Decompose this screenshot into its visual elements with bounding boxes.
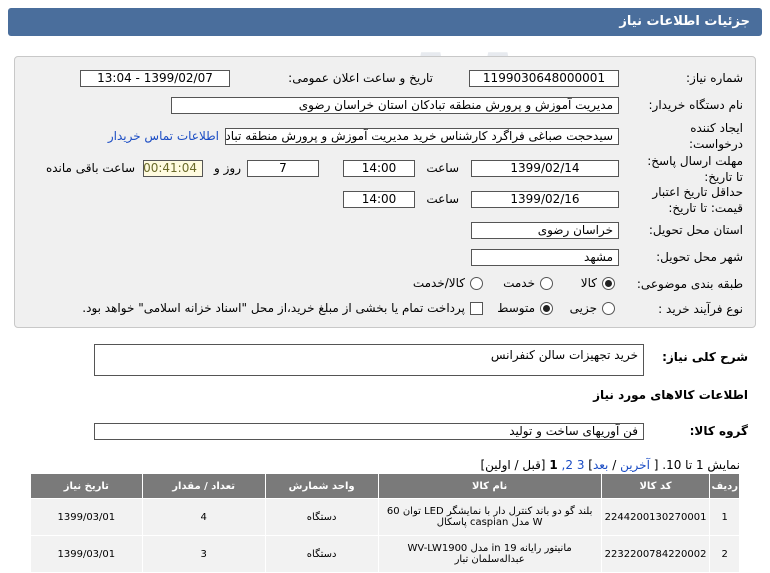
page-title: جزئیات اطلاعات نیاز xyxy=(619,14,750,29)
validity-time-field: 14:00 xyxy=(343,191,415,208)
pager-last-link[interactable]: آخرین xyxy=(620,458,650,472)
cell-code: 2232200784220002 xyxy=(600,535,711,573)
table-row[interactable]: 2 2232200784220002 مانیتور رایانه 19 in … xyxy=(30,535,740,573)
cell-unit: دستگاه xyxy=(264,535,379,573)
col-code: کد کالا xyxy=(600,473,711,499)
process-radio-partial[interactable] xyxy=(602,302,615,315)
category-radio-goods[interactable] xyxy=(602,277,615,290)
announce-label: تاریخ و ساعت اعلان عمومی: xyxy=(288,71,433,85)
payment-note: پرداخت تمام یا بخشی از مبلغ خرید،از محل … xyxy=(82,301,465,315)
table-header-row: ردیف کد کالا نام کالا واحد شمارش تعداد /… xyxy=(30,473,740,499)
province-field: خراسان رضوی xyxy=(471,222,619,239)
pager-next-link[interactable]: بعد xyxy=(593,458,608,472)
creator-label-1: ایجاد کننده xyxy=(690,121,743,135)
creator-field: سیدحجت صباغی فراگرد کارشناس خرید مدیریت … xyxy=(225,128,619,145)
goods-info-title: اطلاعات کالاهای مورد نیاز xyxy=(593,388,748,402)
validity-time-label: ساعت xyxy=(426,192,459,206)
buyer-label: نام دستگاه خریدار: xyxy=(648,98,744,112)
cell-date: 1399/03/01 xyxy=(30,535,143,573)
pager-prefix: نمایش 1 تا 10. [ xyxy=(653,458,740,472)
remaining-time-field: 00:41:04 xyxy=(143,160,203,177)
province-label: استان محل تحویل: xyxy=(648,223,743,237)
treasury-checkbox[interactable] xyxy=(470,302,483,315)
process-label: نوع فرآیند خرید : xyxy=(658,302,743,316)
cell-qty: 4 xyxy=(141,498,266,536)
goods-group-label: گروه کالا: xyxy=(689,424,748,438)
category-option-goods-service: کالا/خدمت xyxy=(412,276,465,290)
buyer-field: مدیریت آموزش و پرورش منطقه تبادکان استان… xyxy=(171,97,619,114)
col-name: نام کالا xyxy=(377,473,602,499)
process-option-medium: متوسط xyxy=(497,301,535,315)
category-option-goods: کالا xyxy=(580,276,597,290)
pager-current-page: 1 xyxy=(549,458,558,472)
category-option-service: خدمت xyxy=(503,276,535,290)
goods-table: ردیف کد کالا نام کالا واحد شمارش تعداد /… xyxy=(30,473,740,573)
process-option-partial: جزیی xyxy=(569,301,597,315)
reply-time-label: ساعت xyxy=(426,161,459,175)
category-radio-goods-service[interactable] xyxy=(470,277,483,290)
city-field: مشهد xyxy=(471,249,619,266)
need-number-field: 1199030648000001 xyxy=(469,70,619,87)
cell-row: 1 xyxy=(709,498,740,536)
pager-page-3[interactable]: 3 xyxy=(577,458,585,472)
validity-date-field: 1399/02/16 xyxy=(471,191,619,208)
cell-date: 1399/03/01 xyxy=(30,498,143,536)
pager-suffix: [قبل / اولین] xyxy=(480,458,546,472)
summary-field: خرید تجهیزات سالن کنفرانس xyxy=(94,344,644,376)
reply-label-2: تا تاریخ: xyxy=(704,170,743,184)
days-label: روز و xyxy=(214,161,241,175)
cell-name: مانیتور رایانه 19 in مدل WV-LW1900 عبدال… xyxy=(377,535,602,573)
reply-date-field: 1399/02/14 xyxy=(471,160,619,177)
announce-field: 1399/02/07 - 13:04 xyxy=(80,70,230,87)
cell-name: بلند گو دو باند کنترل دار با نمایشگر LED… xyxy=(377,498,602,536)
reply-time-field: 14:00 xyxy=(343,160,415,177)
validity-label-1: حداقل تاریخ اعتبار xyxy=(652,185,743,199)
cell-qty: 3 xyxy=(141,535,266,573)
cell-row: 2 xyxy=(709,535,740,573)
pagination: نمایش 1 تا 10. [ آخرین / بعد] 3 2, 1 [قب… xyxy=(480,458,740,472)
creator-label-2: درخواست: xyxy=(689,137,743,151)
col-unit: واحد شمارش xyxy=(264,473,379,499)
cell-unit: دستگاه xyxy=(264,498,379,536)
contact-buyer-link[interactable]: اطلاعات تماس خریدار xyxy=(108,129,219,143)
summary-label: شرح کلی نیاز: xyxy=(662,350,748,364)
category-radio-service[interactable] xyxy=(540,277,553,290)
need-info-panel: شماره نیاز: 1199030648000001 تاریخ و ساع… xyxy=(14,56,756,328)
city-label: شهر محل تحویل: xyxy=(656,250,743,264)
category-label: طبقه بندی موضوعی: xyxy=(636,277,743,291)
need-number-label: شماره نیاز: xyxy=(686,71,743,85)
col-date: تاریخ نیاز xyxy=(30,473,143,499)
reply-label-1: مهلت ارسال پاسخ: xyxy=(647,154,743,168)
validity-label-2: قیمت: تا تاریخ: xyxy=(668,201,743,215)
col-qty: تعداد / مقدار xyxy=(141,473,266,499)
remaining-label: ساعت باقی مانده xyxy=(45,161,135,175)
process-radio-medium[interactable] xyxy=(540,302,553,315)
goods-group-field: فن آوریهای ساخت و تولید xyxy=(94,423,644,440)
days-field: 7 xyxy=(247,160,319,177)
col-row: ردیف xyxy=(709,473,740,499)
cell-code: 2244200130270001 xyxy=(600,498,711,536)
table-row[interactable]: 1 2244200130270001 بلند گو دو باند کنترل… xyxy=(30,498,740,536)
pager-page-2[interactable]: 2, xyxy=(562,458,573,472)
